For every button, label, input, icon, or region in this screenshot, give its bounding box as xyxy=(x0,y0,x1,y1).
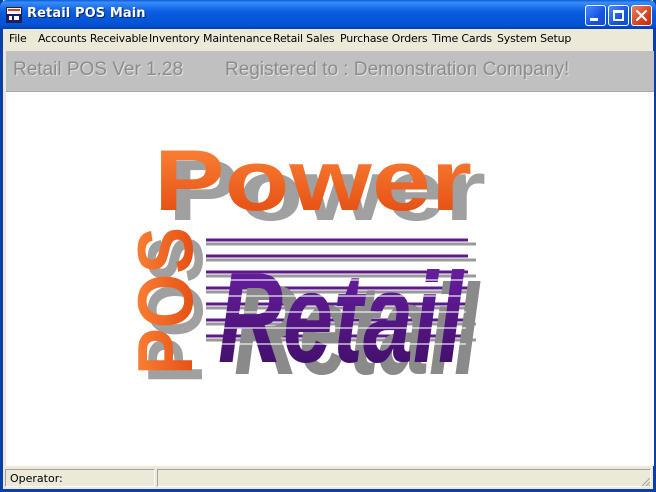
maximize-button[interactable] xyxy=(608,5,629,26)
menu-accounts-receivable[interactable]: Accounts Receivable xyxy=(38,32,148,45)
version-text: Retail POS Ver 1.28 xyxy=(13,59,184,80)
menu-retail-sales[interactable]: Retail Sales xyxy=(273,32,335,45)
status-panel-secondary xyxy=(157,469,651,487)
minimize-icon xyxy=(590,18,598,21)
menu-time-cards[interactable]: Time Cards xyxy=(432,32,492,45)
power-retail-logo: Power Power POS POS Retail Retail xyxy=(121,133,486,402)
close-icon xyxy=(636,10,647,21)
menu-system-setup[interactable]: System Setup xyxy=(497,32,571,45)
registration-banner: Retail POS Ver 1.28 Registered to : Demo… xyxy=(6,51,654,92)
maximize-icon xyxy=(613,10,624,21)
menu-inventory-maintenance[interactable]: Inventory Maintenance xyxy=(149,32,272,45)
operator-panel: Operator: xyxy=(5,469,155,487)
close-button[interactable] xyxy=(631,5,652,26)
window-title: Retail POS Main xyxy=(27,6,146,21)
title-bar[interactable]: Retail POS Main xyxy=(0,0,656,29)
menu-purchase-orders[interactable]: Purchase Orders xyxy=(340,32,428,45)
operator-label: Operator: xyxy=(10,472,63,485)
logo-power-text: Power xyxy=(154,133,472,229)
svg-text:POS: POS xyxy=(121,227,209,375)
registration-text: Registered to : Demonstration Company! xyxy=(225,59,570,80)
app-window: Retail POS Main File Accounts Receivable… xyxy=(0,0,656,492)
status-bar: Operator: xyxy=(3,467,653,489)
logo-retail-text: Retail xyxy=(218,247,465,390)
app-icon[interactable] xyxy=(6,7,22,23)
logo-pos-vertical: POS POS xyxy=(121,227,219,384)
main-client-area: Power Power POS POS Retail Retail xyxy=(6,92,654,466)
menu-bar: File Accounts Receivable Inventory Maint… xyxy=(3,29,653,49)
resize-grip-icon[interactable] xyxy=(639,475,651,487)
minimize-button[interactable] xyxy=(585,5,606,26)
menu-file[interactable]: File xyxy=(9,32,27,45)
